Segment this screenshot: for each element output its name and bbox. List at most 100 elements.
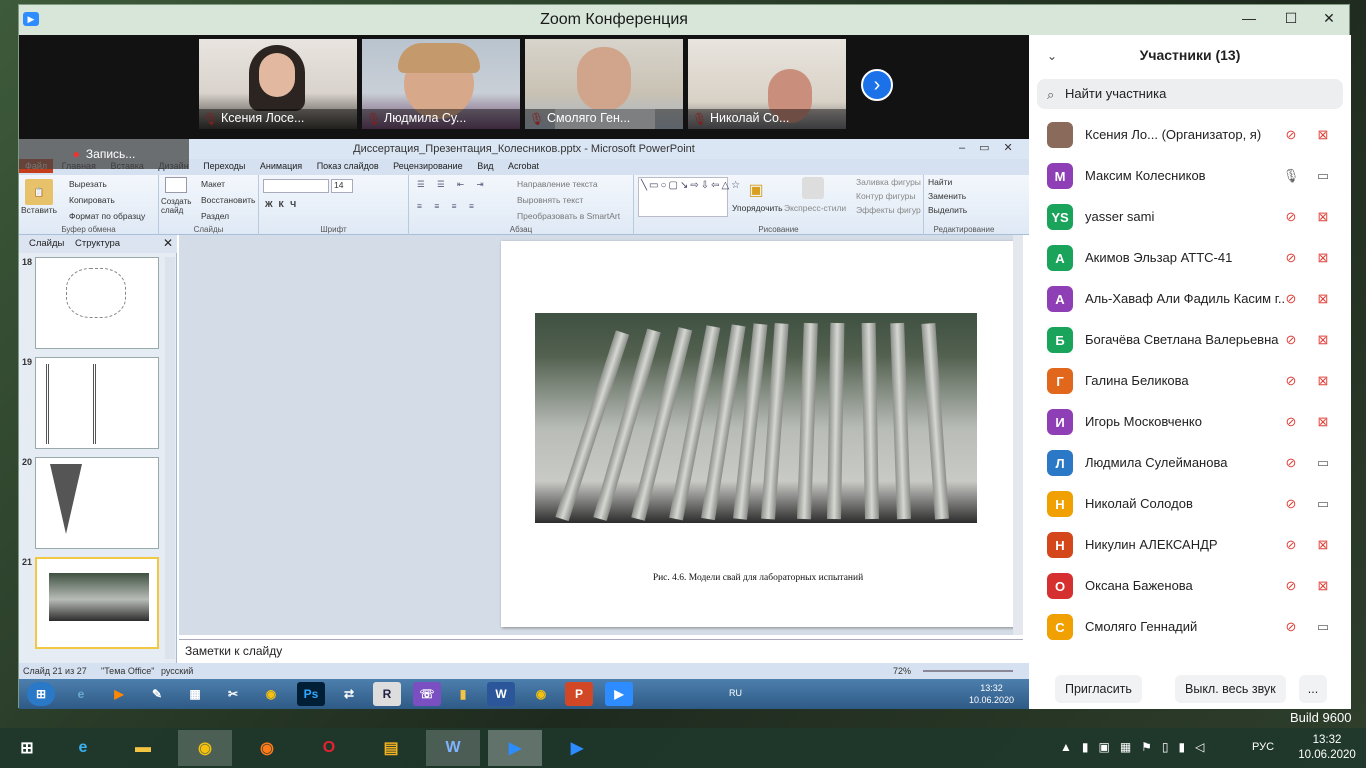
participant-row[interactable]: Л Людмила Сулейманова ⊘ ▭ bbox=[1029, 443, 1351, 484]
notes-app-icon[interactable]: ▤ bbox=[364, 730, 418, 766]
maximize-button[interactable]: ☐ bbox=[1271, 5, 1311, 31]
media-icon[interactable]: ▶ bbox=[105, 682, 133, 706]
zoom-app-icon[interactable]: ▶ bbox=[488, 730, 542, 766]
video-name: Людмила Су... bbox=[362, 109, 520, 129]
snip-icon[interactable]: ✂ bbox=[219, 682, 247, 706]
viber-icon[interactable]: ☏ bbox=[413, 682, 441, 706]
quick-styles-button[interactable]: Экспресс-стили bbox=[784, 203, 846, 213]
participant-row[interactable]: А Аль-Хаваф Али Фадиль Касим г... ⊘ ⊠ bbox=[1029, 279, 1351, 320]
ie-icon[interactable]: e bbox=[67, 682, 95, 706]
tab-acrobat[interactable]: Acrobat bbox=[502, 159, 545, 173]
notes-field[interactable]: Заметки к слайду bbox=[179, 639, 1023, 663]
participant-row[interactable]: Н Никулин АЛЕКСАНДР ⊘ ⊠ bbox=[1029, 525, 1351, 566]
ie-icon[interactable]: e bbox=[56, 730, 110, 766]
participant-row[interactable]: Б Богачёва Светлана Валерьевна ⊘ ⊠ bbox=[1029, 320, 1351, 361]
calculator-icon[interactable]: ▦ bbox=[181, 682, 209, 706]
replace-button[interactable]: Заменить bbox=[928, 191, 966, 201]
tab-view[interactable]: Вид bbox=[471, 159, 499, 173]
slide-thumbnail[interactable] bbox=[35, 357, 159, 449]
smartart-button[interactable]: Преобразовать в SmartArt bbox=[517, 211, 620, 221]
font-size-input[interactable]: 14 bbox=[331, 179, 353, 193]
tab-slideshow[interactable]: Показ слайдов bbox=[311, 159, 385, 173]
system-clock[interactable]: 13:32 10.06.2020 bbox=[1292, 733, 1362, 763]
tab-animation[interactable]: Анимация bbox=[254, 159, 308, 173]
copy-button[interactable]: Копировать bbox=[69, 195, 115, 205]
chrome-icon[interactable]: ◉ bbox=[527, 682, 555, 706]
participant-row[interactable]: А Акимов Эльзар АТТС-41 ⊘ ⊠ bbox=[1029, 238, 1351, 279]
folder-icon[interactable]: ▮ bbox=[449, 682, 477, 706]
revit-icon[interactable]: R bbox=[373, 682, 401, 706]
paint-icon[interactable]: ✎ bbox=[143, 682, 171, 706]
arrange-button[interactable]: Упорядочить bbox=[732, 203, 783, 213]
shape-outline-button[interactable]: Контур фигуры bbox=[856, 191, 915, 201]
find-button[interactable]: Найти bbox=[928, 177, 952, 187]
align-text-button[interactable]: Выровнять текст bbox=[517, 195, 583, 205]
video-tile[interactable]: 🎙 Смоляго Ген... bbox=[525, 39, 683, 129]
shape-effects-button[interactable]: Эффекты фигур bbox=[856, 205, 921, 215]
video-tile[interactable]: 🎙 Ксения Лосе... bbox=[199, 39, 357, 129]
photoshop-icon[interactable]: Ps bbox=[297, 682, 325, 706]
tray-icons[interactable]: ▲▮▣▦⚑▯▮◁ bbox=[1060, 740, 1214, 754]
participant-row[interactable]: О Оксана Баженова ⊘ ⊠ bbox=[1029, 566, 1351, 607]
reset-button[interactable]: Восстановить bbox=[201, 195, 255, 205]
participant-row[interactable]: И Игорь Московченко ⊘ ⊠ bbox=[1029, 402, 1351, 443]
start-button[interactable]: ⊞ bbox=[0, 730, 54, 766]
slide-thumbnail[interactable] bbox=[35, 257, 159, 349]
keyboard-language[interactable]: РУС bbox=[1252, 741, 1274, 753]
minimize-button[interactable]: — bbox=[1229, 5, 1269, 31]
tab-slides[interactable]: Слайды bbox=[29, 238, 64, 249]
participant-row[interactable]: С Смоляго Геннадий ⊘ ▭ bbox=[1029, 607, 1351, 648]
slide-thumbnail[interactable] bbox=[35, 457, 159, 549]
word-icon[interactable]: W bbox=[426, 730, 480, 766]
section-button[interactable]: Раздел bbox=[201, 211, 229, 221]
paste-button[interactable]: Вставить bbox=[21, 205, 57, 215]
teamviewer-icon[interactable]: ⇄ bbox=[335, 682, 363, 706]
panel-scrollbar[interactable] bbox=[165, 257, 175, 659]
format-painter-button[interactable]: Формат по образцу bbox=[69, 211, 145, 221]
close-panel-icon[interactable]: ✕ bbox=[163, 236, 173, 250]
font-family-input[interactable] bbox=[263, 179, 329, 193]
word-icon[interactable]: W bbox=[487, 682, 515, 706]
close-button[interactable]: ✕ bbox=[1309, 5, 1349, 31]
ppt-window-controls[interactable]: –▭✕ bbox=[959, 141, 1027, 154]
slide-scrollbar[interactable] bbox=[1013, 235, 1023, 635]
mute-all-button[interactable]: Выкл. весь звук bbox=[1175, 675, 1286, 703]
firefox-icon[interactable]: ◉ bbox=[240, 730, 294, 766]
shape-fill-button[interactable]: Заливка фигуры bbox=[856, 177, 921, 187]
shapes-gallery[interactable]: ╲▭○▢↘⇨⇩⇦△☆ bbox=[638, 177, 740, 217]
opera-icon[interactable]: O bbox=[302, 730, 356, 766]
chrome-icon[interactable]: ◉ bbox=[257, 682, 285, 706]
slide-thumbnail-selected[interactable] bbox=[35, 557, 159, 649]
video-hair bbox=[398, 43, 480, 73]
more-button[interactable]: ... bbox=[1299, 675, 1327, 703]
chrome-icon[interactable]: ◉ bbox=[178, 730, 232, 766]
participant-row[interactable]: Г Галина Беликова ⊘ ⊠ bbox=[1029, 361, 1351, 402]
video-tile[interactable]: 🎙 Людмила Су... bbox=[362, 39, 520, 129]
participant-row[interactable]: Н Николай Солодов ⊘ ▭ bbox=[1029, 484, 1351, 525]
text-direction-button[interactable]: Направление текста bbox=[517, 179, 598, 189]
powerpoint-icon[interactable]: P bbox=[565, 682, 593, 706]
tab-review[interactable]: Рецензирование bbox=[387, 159, 469, 173]
zoom-app-icon[interactable]: ▶ bbox=[550, 730, 604, 766]
select-button[interactable]: Выделить bbox=[928, 205, 967, 215]
zoom-slider[interactable] bbox=[923, 670, 1013, 672]
layout-button[interactable]: Макет bbox=[201, 179, 225, 189]
font-style-buttons[interactable]: ЖКЧ bbox=[265, 199, 302, 209]
participant-row[interactable]: М Максим Колесников 🎙 ▭ bbox=[1029, 156, 1351, 197]
start-icon[interactable]: ⊞ bbox=[27, 682, 55, 706]
zoom-icon[interactable]: ▶ bbox=[605, 682, 633, 706]
participant-row[interactable]: Ксения Ло... (Организатор, я) ⊘ ⊠ bbox=[1029, 115, 1351, 156]
tab-transitions[interactable]: Переходы bbox=[197, 159, 251, 173]
new-slide-button[interactable]: Создать слайд bbox=[161, 197, 195, 215]
invite-button[interactable]: Пригласить bbox=[1055, 675, 1142, 703]
list-buttons[interactable]: ☰ ☰ ⇤ ⇥ bbox=[417, 179, 489, 190]
next-videos-button[interactable]: › bbox=[861, 69, 893, 101]
participant-search-input[interactable]: Найти участника bbox=[1037, 79, 1343, 109]
video-off-icon: ⊠ bbox=[1317, 250, 1329, 265]
video-tile[interactable]: 🎙 Николай Со... bbox=[688, 39, 846, 129]
align-buttons[interactable]: ≡ ≡ ≡ ≡ bbox=[417, 201, 479, 211]
explorer-icon[interactable]: ▬ bbox=[116, 730, 170, 766]
participant-row[interactable]: YS yasser sami ⊘ ⊠ bbox=[1029, 197, 1351, 238]
cut-button[interactable]: Вырезать bbox=[69, 179, 107, 189]
tab-outline[interactable]: Структура bbox=[75, 238, 120, 249]
